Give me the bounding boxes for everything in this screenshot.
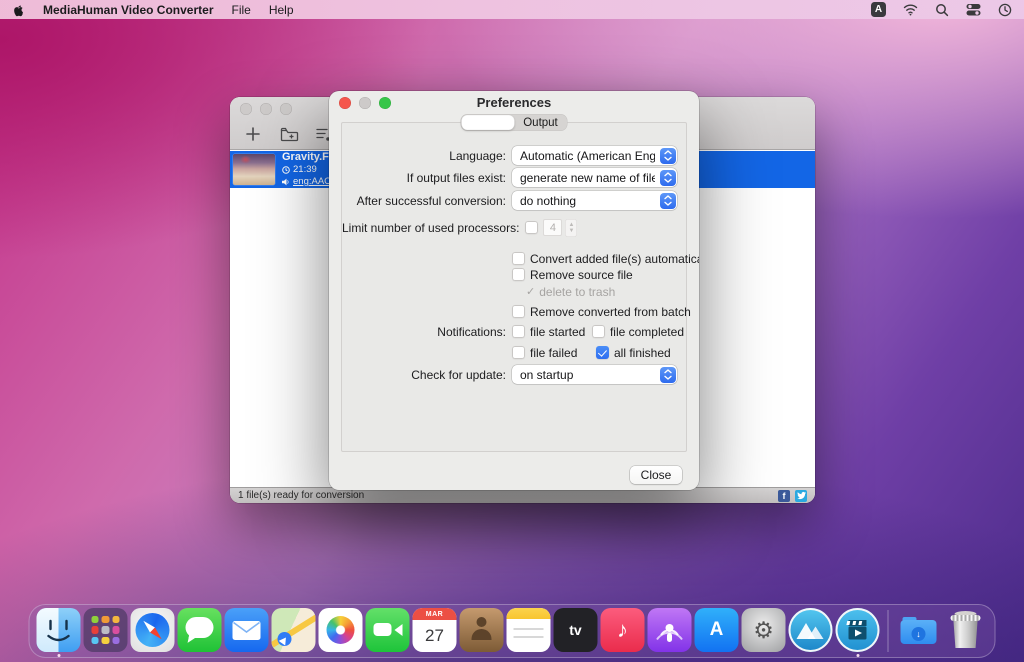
check-update-dropdown[interactable]: on startup bbox=[512, 365, 677, 384]
input-source-icon[interactable]: A bbox=[871, 2, 886, 17]
preferences-tabs: Output bbox=[461, 114, 568, 131]
preferences-titlebar[interactable]: Preferences bbox=[329, 91, 699, 113]
popup-arrows-icon bbox=[660, 367, 676, 383]
file-started-checkbox[interactable] bbox=[512, 325, 525, 338]
minimize-window-button[interactable] bbox=[260, 103, 272, 115]
popup-arrows-icon bbox=[660, 148, 676, 164]
file-started-option[interactable]: file started bbox=[512, 325, 592, 339]
dock-music[interactable]: ♪ bbox=[601, 606, 645, 656]
dock: MAR 27 tv ♪ A ⚙ bbox=[29, 604, 996, 658]
dock-tv[interactable]: tv bbox=[554, 606, 598, 656]
file-completed-checkbox[interactable] bbox=[592, 325, 605, 338]
remove-batch-checkbox[interactable] bbox=[512, 305, 525, 318]
menu-bar: MediaHuman Video Converter File Help A bbox=[0, 0, 1024, 19]
dock-separator bbox=[888, 610, 889, 652]
tab-output[interactable]: Output bbox=[515, 115, 567, 130]
preferences-form: Language: Automatic (American English) I… bbox=[341, 122, 687, 452]
remove-batch-option[interactable]: Remove converted from batch bbox=[512, 305, 691, 319]
dock-launchpad[interactable] bbox=[84, 606, 128, 656]
dock-messages[interactable] bbox=[178, 606, 222, 656]
close-window-button[interactable] bbox=[240, 103, 252, 115]
check-update-label: Check for update: bbox=[342, 368, 506, 382]
dock-contacts[interactable] bbox=[460, 606, 504, 656]
dock-finder[interactable] bbox=[37, 606, 81, 656]
add-folder-button[interactable] bbox=[278, 123, 300, 145]
remove-source-checkbox[interactable] bbox=[512, 268, 525, 281]
output-exists-label: If output files exist: bbox=[342, 171, 506, 185]
menu-file[interactable]: File bbox=[231, 3, 250, 17]
video-thumbnail bbox=[233, 154, 275, 185]
dock-trash[interactable] bbox=[944, 606, 988, 656]
menu-help[interactable]: Help bbox=[269, 3, 294, 17]
gray-check-icon: ✓ bbox=[526, 285, 535, 298]
spotlight-search-icon[interactable] bbox=[935, 3, 949, 17]
wifi-icon[interactable] bbox=[903, 3, 918, 16]
menu-app-name[interactable]: MediaHuman Video Converter bbox=[43, 3, 213, 17]
download-arrow-icon: ↓ bbox=[912, 627, 926, 641]
dock-photos[interactable] bbox=[319, 606, 363, 656]
desktop: MediaHuman Video Converter File Help A bbox=[0, 0, 1024, 662]
tab-selected[interactable] bbox=[462, 115, 515, 130]
dock-mediahuman[interactable] bbox=[789, 606, 833, 656]
zoom-window-button[interactable] bbox=[280, 103, 292, 115]
file-completed-option[interactable]: file completed bbox=[592, 325, 684, 339]
file-failed-option[interactable]: file failed bbox=[512, 346, 596, 360]
status-text: 1 file(s) ready for conversion bbox=[238, 490, 364, 501]
dock-safari[interactable] bbox=[131, 606, 175, 656]
maps-location-icon bbox=[278, 632, 292, 646]
running-indicator bbox=[856, 654, 859, 657]
dock-downloads[interactable]: ↓ bbox=[897, 606, 941, 656]
convert-auto-option[interactable]: Convert added file(s) automatically bbox=[512, 252, 699, 266]
add-file-button[interactable] bbox=[242, 123, 264, 145]
apple-menu-icon[interactable] bbox=[12, 2, 25, 17]
language-label: Language: bbox=[342, 149, 506, 163]
gear-icon: ⚙ bbox=[742, 608, 786, 652]
popup-arrows-icon bbox=[660, 193, 676, 209]
all-finished-option[interactable]: all finished bbox=[596, 346, 671, 360]
popup-arrows-icon bbox=[660, 170, 676, 186]
delete-to-trash-option: ✓ delete to trash bbox=[526, 285, 615, 299]
remove-source-option[interactable]: Remove source file bbox=[512, 268, 633, 282]
facebook-icon[interactable]: f bbox=[778, 490, 790, 502]
dock-appstore[interactable]: A bbox=[695, 606, 739, 656]
duration-clock-icon bbox=[282, 166, 290, 174]
dock-podcasts[interactable] bbox=[648, 606, 692, 656]
processors-value-field[interactable]: 4 bbox=[543, 219, 562, 236]
dialog-title: Preferences bbox=[329, 95, 699, 110]
language-dropdown[interactable]: Automatic (American English) bbox=[512, 146, 677, 165]
speaker-icon bbox=[282, 178, 290, 186]
preferences-dialog: Preferences Output Language: Automatic (… bbox=[329, 91, 699, 490]
dock-mail[interactable] bbox=[225, 606, 269, 656]
calendar-month: MAR bbox=[413, 608, 457, 620]
limit-processors-label: Limit number of used processors: bbox=[342, 221, 519, 235]
convert-auto-checkbox[interactable] bbox=[512, 252, 525, 265]
dock-system-preferences[interactable]: ⚙ bbox=[742, 606, 786, 656]
limit-processors-checkbox[interactable] bbox=[525, 221, 538, 234]
twitter-icon[interactable] bbox=[795, 490, 807, 502]
after-conversion-label: After successful conversion: bbox=[342, 194, 506, 208]
main-toolbar bbox=[242, 119, 336, 149]
dock-calendar[interactable]: MAR 27 bbox=[413, 606, 457, 656]
notifications-label: Notifications: bbox=[342, 325, 506, 339]
all-finished-checkbox[interactable] bbox=[596, 346, 609, 359]
file-failed-checkbox[interactable] bbox=[512, 346, 525, 359]
close-button[interactable]: Close bbox=[630, 466, 682, 484]
output-exists-dropdown[interactable]: generate new name of file bbox=[512, 168, 677, 187]
dock-mediahuman-video-converter[interactable] bbox=[836, 606, 880, 656]
after-conversion-dropdown[interactable]: do nothing bbox=[512, 191, 677, 210]
dock-notes[interactable] bbox=[507, 606, 551, 656]
running-indicator bbox=[57, 654, 60, 657]
calendar-day: 27 bbox=[413, 620, 457, 652]
control-center-icon[interactable] bbox=[966, 3, 981, 16]
clock-icon[interactable] bbox=[998, 3, 1012, 17]
processors-stepper[interactable]: ▲▼ bbox=[565, 219, 577, 237]
dock-maps[interactable] bbox=[272, 606, 316, 656]
dock-facetime[interactable] bbox=[366, 606, 410, 656]
